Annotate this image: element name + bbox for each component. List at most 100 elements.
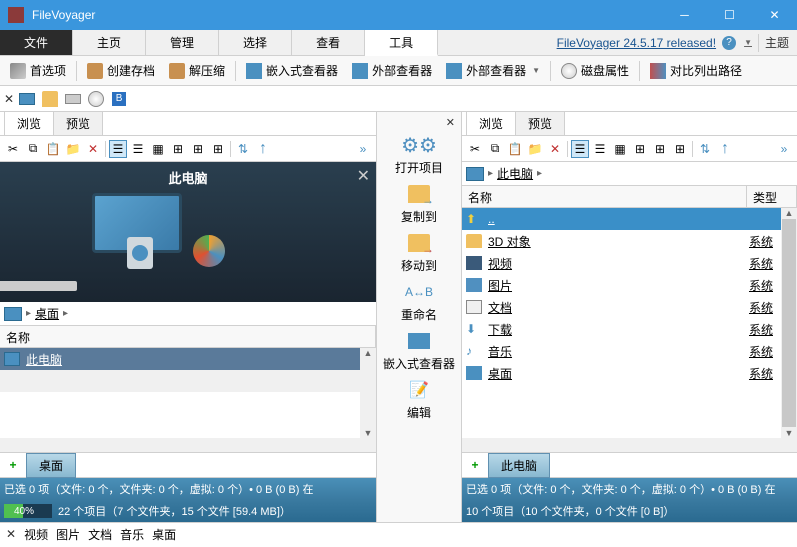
edit-button[interactable]: 📝 编辑 [377, 376, 461, 423]
cd-drive-icon[interactable] [86, 89, 106, 109]
compare-path-button[interactable]: 对比列出路径 [644, 59, 748, 82]
list-item[interactable]: 桌面系统 [462, 362, 781, 384]
new-folder-icon[interactable]: 📁 [526, 140, 544, 158]
chevron-right-icon[interactable]: ▸ [537, 168, 542, 179]
disk-props-button[interactable]: 磁盘属性 [555, 59, 635, 82]
list-item[interactable]: 图片系统 [462, 274, 781, 296]
minimize-button[interactable]: ─ [662, 0, 707, 30]
ext-viewer1-button[interactable]: 外部查看器 [346, 59, 438, 82]
embed-viewer-button[interactable]: 嵌入式查看器 [240, 59, 344, 82]
bottom-link[interactable]: 文档 [88, 526, 112, 543]
paste-icon[interactable]: 📋 [506, 140, 524, 158]
extract-button[interactable]: 解压缩 [163, 59, 231, 82]
view-tiles-icon[interactable]: ▦ [611, 140, 629, 158]
copy-icon[interactable]: ⧉ [24, 140, 42, 158]
archive-button[interactable]: 创建存档 [81, 59, 161, 82]
menu-view[interactable]: 查看 [292, 30, 365, 55]
drivebar-close-icon[interactable]: ✕ [4, 92, 14, 106]
list-item[interactable]: 文档系统 [462, 296, 781, 318]
prefs-button[interactable]: 首选项 [4, 59, 72, 82]
delete-icon[interactable]: ✕ [546, 140, 564, 158]
bottom-link[interactable]: 桌面 [152, 526, 176, 543]
cut-icon[interactable]: ✂ [466, 140, 484, 158]
path-segment[interactable]: 此电脑 [497, 165, 533, 182]
list-item[interactable]: 视频系统 [462, 252, 781, 274]
bottom-link[interactable]: 音乐 [120, 526, 144, 543]
bottom-link[interactable]: 图片 [56, 526, 80, 543]
rename-button[interactable]: A↔B 重命名 [377, 278, 461, 325]
menu-file[interactable]: 文件 [0, 30, 73, 55]
up-icon[interactable]: ↑ [254, 140, 272, 158]
left-pathbar[interactable]: ▸ 桌面 ▸ [0, 302, 376, 326]
col-type-header[interactable]: 类型 [747, 186, 797, 207]
chevron-right-icon[interactable]: ▸ [63, 308, 68, 319]
list-item[interactable]: ⬇ 下载系统 [462, 318, 781, 340]
list-item[interactable]: 此电脑 [0, 348, 360, 370]
theme-button[interactable]: 主题 [765, 34, 789, 51]
col-name-header[interactable]: 名称 [462, 186, 747, 207]
sort-icon[interactable]: ⇅ [234, 140, 252, 158]
view-detail-icon[interactable]: ☰ [109, 140, 127, 158]
chevron-right-icon[interactable]: ▸ [26, 308, 31, 319]
delete-icon[interactable]: ✕ [84, 140, 102, 158]
cut-icon[interactable]: ✂ [4, 140, 22, 158]
disk-drive-icon[interactable] [63, 89, 83, 109]
expand-icon[interactable]: » [354, 140, 372, 158]
list-item-up[interactable]: ⬆ .. [462, 208, 781, 230]
view-list-icon[interactable]: ☰ [129, 140, 147, 158]
new-folder-icon[interactable]: 📁 [64, 140, 82, 158]
list-item[interactable]: 3D 对象系统 [462, 230, 781, 252]
tab-preview[interactable]: 预览 [53, 111, 103, 135]
tab-browse[interactable]: 浏览 [4, 111, 54, 135]
folder-drive-icon[interactable] [40, 89, 60, 109]
view-small-icon[interactable]: ⊞ [631, 140, 649, 158]
release-link[interactable]: FileVoyager 24.5.17 released! [557, 36, 716, 50]
bottom-link[interactable]: 视频 [24, 526, 48, 543]
scrollbar[interactable]: ▲▼ [360, 348, 376, 438]
scrollbar-h[interactable] [0, 438, 376, 452]
view-medium-icon[interactable]: ⊞ [189, 140, 207, 158]
col-name-header[interactable]: 名称 [0, 326, 376, 347]
preview-close-icon[interactable]: ✕ [357, 166, 370, 186]
menu-manage[interactable]: 管理 [146, 30, 219, 55]
desktop-drive-icon[interactable] [17, 89, 37, 109]
view-tiles-icon[interactable]: ▦ [149, 140, 167, 158]
tab-browse[interactable]: 浏览 [466, 111, 516, 135]
midcol-close-icon[interactable]: ✕ [440, 116, 461, 129]
right-pathbar[interactable]: ▸ 此电脑 ▸ [462, 162, 797, 186]
left-filelist[interactable]: 此电脑 ▲▼ [0, 348, 376, 438]
view-small-icon[interactable]: ⊞ [169, 140, 187, 158]
location-tab[interactable]: 此电脑 [488, 453, 550, 478]
menu-home[interactable]: 主页 [73, 30, 146, 55]
add-tab-button[interactable]: + [4, 456, 22, 474]
open-item-button[interactable]: ⚙⚙ 打开项目 [377, 131, 461, 178]
close-button[interactable]: ✕ [752, 0, 797, 30]
help-dropdown-icon[interactable]: ▼ [744, 38, 752, 47]
help-icon[interactable]: ? [722, 36, 736, 50]
right-filelist[interactable]: ⬆ .. 3D 对象系统 视频系统 图片系统 文档系统 [462, 208, 797, 438]
view-list-icon[interactable]: ☰ [591, 140, 609, 158]
view-detail-icon[interactable]: ☰ [571, 140, 589, 158]
menu-tools[interactable]: 工具 [365, 30, 438, 56]
move-to-button[interactable]: → 移动到 [377, 229, 461, 276]
bluetooth-icon[interactable]: B [109, 89, 129, 109]
scrollbar-h[interactable] [462, 438, 797, 452]
copy-icon[interactable]: ⧉ [486, 140, 504, 158]
up-icon[interactable]: ↑ [716, 140, 734, 158]
chevron-right-icon[interactable]: ▸ [488, 168, 493, 179]
embed-viewer-mid-button[interactable]: 嵌入式查看器 [377, 327, 461, 374]
sort-icon[interactable]: ⇅ [696, 140, 714, 158]
tab-preview[interactable]: 预览 [515, 111, 565, 135]
list-item[interactable]: ♪ 音乐系统 [462, 340, 781, 362]
view-medium-icon[interactable]: ⊞ [651, 140, 669, 158]
expand-icon[interactable]: » [775, 140, 793, 158]
bottombar-close-icon[interactable]: ✕ [6, 527, 16, 541]
scrollbar[interactable]: ▲▼ [781, 208, 797, 438]
add-tab-button[interactable]: + [466, 456, 484, 474]
location-tab[interactable]: 桌面 [26, 453, 76, 478]
maximize-button[interactable]: ☐ [707, 0, 752, 30]
copy-to-button[interactable]: → 复制到 [377, 180, 461, 227]
view-large-icon[interactable]: ⊞ [209, 140, 227, 158]
ext-viewer2-button[interactable]: 外部查看器▼ [440, 59, 546, 82]
menu-select[interactable]: 选择 [219, 30, 292, 55]
